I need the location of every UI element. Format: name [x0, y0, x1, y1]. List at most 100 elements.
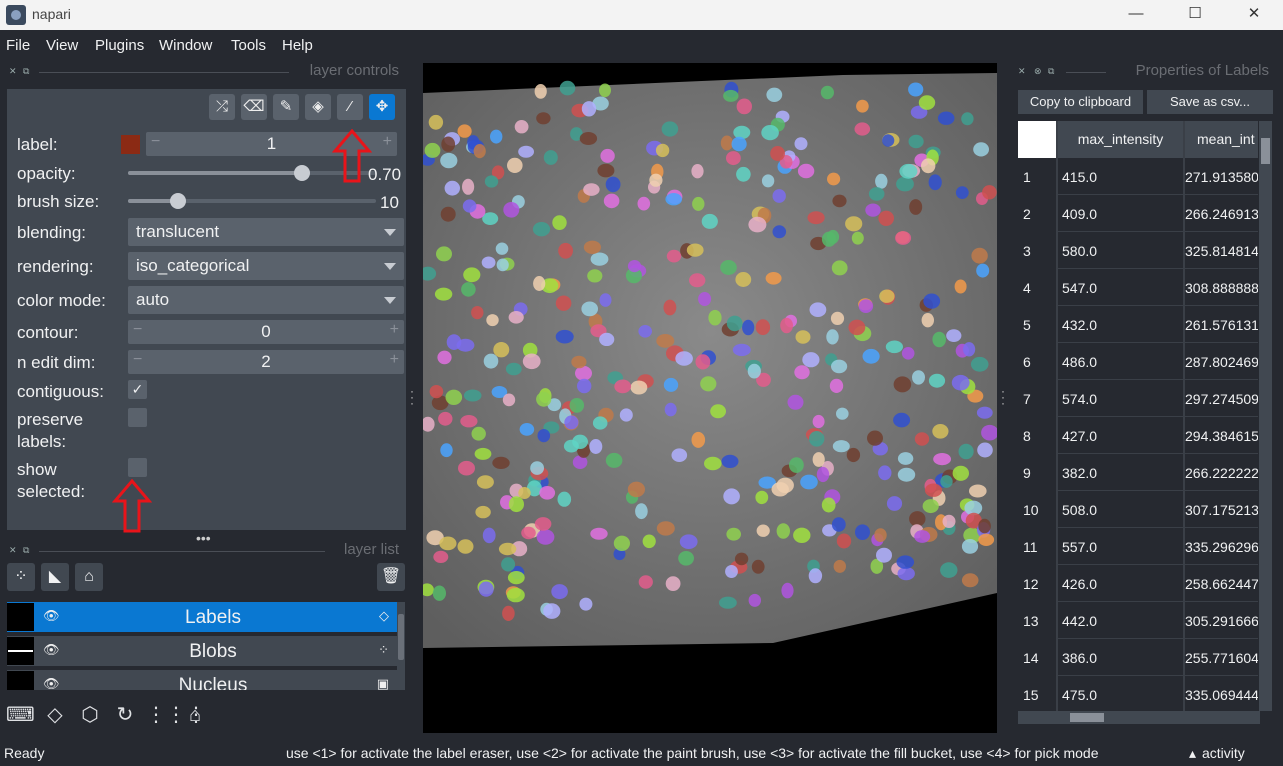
menu-window[interactable]: Window — [159, 37, 212, 54]
copy-to-clipboard-button[interactable]: Copy to clipboard — [1018, 90, 1143, 114]
table-cell[interactable]: 475.0 — [1062, 687, 1182, 703]
table-cell[interactable]: 261.576131 — [1185, 317, 1258, 333]
activity-toggle-icon[interactable]: ▴ — [1189, 745, 1196, 762]
table-cell[interactable]: 574.0 — [1062, 391, 1182, 407]
layer-row-nucleus[interactable]: 👁 Nucleus ▣ — [7, 670, 397, 690]
color-picker-icon[interactable]: ⁄ — [337, 94, 363, 120]
row-header[interactable]: 10 — [1018, 502, 1056, 518]
splitter-handle-vertical-right[interactable]: · · · — [1001, 385, 1005, 409]
table-cell[interactable]: 547.0 — [1062, 280, 1182, 296]
table-cell[interactable]: 409.0 — [1062, 206, 1182, 222]
roll-dims-icon[interactable]: ⬡ — [76, 701, 104, 729]
dock-hide-icon[interactable]: ⊗ — [1034, 66, 1042, 77]
column-header-max-intensity[interactable]: max_intensity — [1058, 121, 1183, 158]
menu-tools[interactable]: Tools — [231, 37, 266, 54]
dock-close-icon[interactable]: ✕ — [9, 66, 17, 77]
table-cell[interactable]: 258.662447 — [1185, 576, 1258, 592]
maximize-button[interactable]: ☐ — [1166, 0, 1224, 30]
row-header[interactable]: 15 — [1018, 687, 1056, 703]
new-points-layer-icon[interactable]: ⁘ — [7, 563, 35, 591]
paint-brush-icon[interactable]: ✎ — [273, 94, 299, 120]
table-cell[interactable]: 427.0 — [1062, 428, 1182, 444]
row-header[interactable]: 1 — [1018, 169, 1056, 185]
console-icon[interactable]: ⌨ — [6, 701, 35, 729]
table-cell[interactable]: 255.771604 — [1185, 650, 1258, 666]
rendering-select[interactable]: iso_categorical — [128, 252, 404, 280]
transpose-icon[interactable]: ↻ — [111, 701, 139, 729]
splitter-handle-vertical[interactable]: · · · — [410, 385, 414, 409]
row-header[interactable]: 14 — [1018, 650, 1056, 666]
table-cell[interactable]: 415.0 — [1062, 169, 1182, 185]
row-header[interactable]: 7 — [1018, 391, 1056, 407]
table-cell[interactable]: 305.291666 — [1185, 613, 1258, 629]
dock-close-icon[interactable]: ✕ — [1018, 66, 1026, 77]
table-vertical-scrollbar[interactable] — [1259, 121, 1272, 711]
dock-float-icon[interactable]: ⧉ — [23, 66, 29, 77]
blending-select[interactable]: translucent — [128, 218, 404, 246]
minimize-button[interactable]: — — [1107, 0, 1165, 30]
menu-view[interactable]: View — [46, 37, 78, 54]
row-header[interactable]: 13 — [1018, 613, 1056, 629]
increment-icon[interactable]: + — [390, 351, 399, 369]
table-cell[interactable]: 308.888888 — [1185, 280, 1258, 296]
ndisplay-icon[interactable]: ◇ — [41, 701, 69, 729]
grid-icon[interactable]: ⋮⋮⋮ — [146, 701, 206, 729]
new-shapes-layer-icon[interactable]: ◣ — [41, 563, 69, 591]
viewer-canvas[interactable] — [423, 63, 997, 733]
delete-layer-icon[interactable]: 🗑 — [377, 563, 405, 591]
row-header[interactable]: 3 — [1018, 243, 1056, 259]
table-horizontal-scrollbar[interactable] — [1018, 711, 1260, 724]
new-labels-layer-icon[interactable]: ⌂ — [75, 563, 103, 591]
opacity-slider-handle[interactable] — [293, 165, 310, 181]
row-header[interactable]: 11 — [1018, 539, 1056, 555]
contiguous-checkbox[interactable]: ✓ — [128, 380, 147, 399]
table-cell[interactable]: 386.0 — [1062, 650, 1182, 666]
table-cell[interactable]: 307.175213 — [1185, 502, 1258, 518]
table-cell[interactable]: 287.802469 — [1185, 354, 1258, 370]
row-header[interactable]: 9 — [1018, 465, 1056, 481]
table-cell[interactable]: 325.814814 — [1185, 243, 1258, 259]
table-cell[interactable]: 335.296296 — [1185, 539, 1258, 555]
menu-plugins[interactable]: Plugins — [95, 37, 144, 54]
table-cell[interactable]: 508.0 — [1062, 502, 1182, 518]
row-header[interactable]: 8 — [1018, 428, 1056, 444]
show-selected-checkbox[interactable] — [128, 458, 147, 477]
table-cell[interactable]: 271.913580 — [1185, 169, 1258, 185]
dock-float-icon[interactable]: ⧉ — [1048, 66, 1054, 77]
shuffle-icon[interactable]: ⤮ — [209, 94, 235, 120]
table-cell[interactable]: 266.222222 — [1185, 465, 1258, 481]
fill-bucket-icon[interactable]: ◈ — [305, 94, 331, 120]
row-header[interactable]: 4 — [1018, 280, 1056, 296]
table-cell[interactable]: 335.069444 — [1185, 687, 1258, 703]
brush-size-slider-handle[interactable] — [169, 193, 186, 209]
layer-row-labels[interactable]: 👁 Labels ◇ — [7, 602, 397, 632]
pan-zoom-icon[interactable]: ✥ — [369, 94, 395, 120]
save-as-csv-button[interactable]: Save as csv... — [1147, 90, 1273, 114]
eraser-icon[interactable]: ⌫ — [241, 94, 267, 120]
table-cell[interactable]: 297.274509 — [1185, 391, 1258, 407]
table-cell[interactable]: 486.0 — [1062, 354, 1182, 370]
row-header[interactable]: 2 — [1018, 206, 1056, 222]
brush-size-slider[interactable] — [128, 193, 376, 209]
column-header-mean-intensity[interactable]: mean_int — [1185, 121, 1258, 158]
activity-button[interactable]: activity — [1202, 745, 1245, 761]
table-corner[interactable] — [1018, 121, 1056, 158]
table-cell[interactable]: 426.0 — [1062, 576, 1182, 592]
table-cell[interactable]: 557.0 — [1062, 539, 1182, 555]
n-edit-dim-spinbox[interactable]: − 2 + — [128, 350, 404, 374]
table-cell[interactable]: 432.0 — [1062, 317, 1182, 333]
increment-icon[interactable]: + — [390, 321, 399, 339]
increment-icon[interactable]: + — [383, 133, 392, 151]
menu-file[interactable]: File — [6, 37, 30, 54]
layer-list-scrollbar[interactable] — [397, 602, 405, 690]
preserve-labels-checkbox[interactable] — [128, 408, 147, 427]
close-window-button[interactable]: ✕ — [1225, 0, 1283, 30]
table-cell[interactable]: 580.0 — [1062, 243, 1182, 259]
row-header[interactable]: 5 — [1018, 317, 1056, 333]
row-header[interactable]: 6 — [1018, 354, 1056, 370]
table-cell[interactable]: 266.246913 — [1185, 206, 1258, 222]
menu-help[interactable]: Help — [282, 37, 313, 54]
label-color-swatch[interactable] — [121, 135, 140, 154]
dock-close-icon[interactable]: ✕ — [9, 545, 17, 556]
color-mode-select[interactable]: auto — [128, 286, 404, 314]
